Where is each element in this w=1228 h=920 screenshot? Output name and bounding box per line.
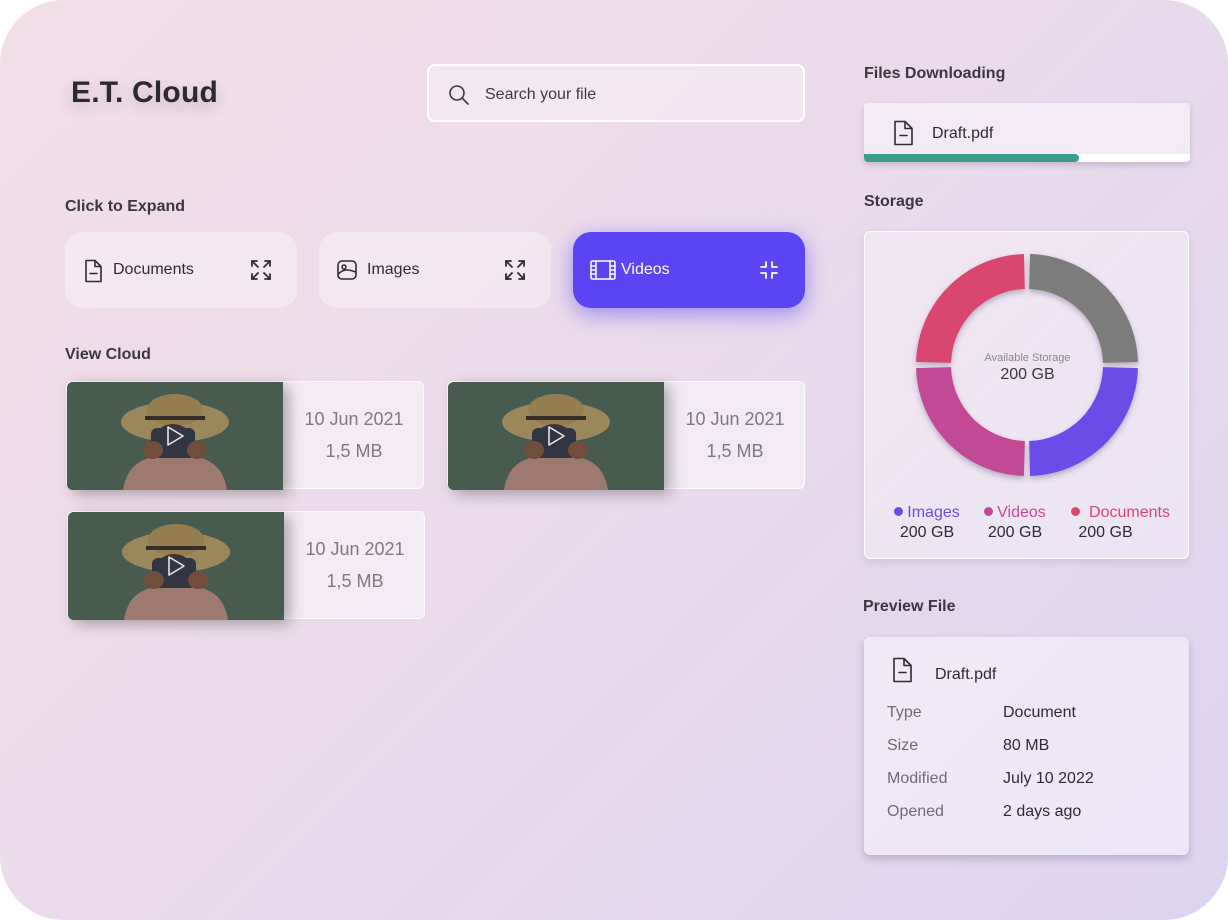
section-label-expand: Click to Expand: [65, 198, 186, 215]
video-card[interactable]: 10 Jun 2021 1,5 MB: [67, 511, 426, 620]
video-thumbnail[interactable]: [448, 382, 664, 490]
donut-segment-documents: [916, 254, 1025, 363]
preview-key: Opened: [887, 803, 944, 820]
app-window: E.T. Cloud Click to Expand Documents: [0, 0, 1228, 920]
category-label: Videos: [621, 261, 670, 278]
video-card[interactable]: 10 Jun 2021 1,5 MB: [447, 381, 806, 490]
legend-name: Documents: [1089, 504, 1170, 521]
search-icon: [449, 85, 469, 105]
app-title: E.T. Cloud: [71, 76, 218, 109]
preview-value: Document: [1003, 704, 1076, 721]
video-card[interactable]: 10 Jun 2021 1,5 MB: [66, 381, 425, 490]
category-documents[interactable]: Documents: [65, 232, 297, 308]
donut-segment-available: [1029, 254, 1138, 363]
play-icon[interactable]: [165, 555, 187, 577]
document-icon: [893, 657, 912, 683]
legend-item-documents: Documents 200 GB: [1063, 504, 1178, 542]
section-label-storage: Storage: [864, 193, 924, 210]
legend-amount: 200 GB: [899, 524, 955, 541]
collapse-icon[interactable]: [758, 259, 780, 281]
download-progress-fill: [864, 154, 1080, 162]
legend-dot: [894, 507, 904, 516]
video-date: 10 Jun 2021: [304, 409, 404, 429]
preview-file-name: Draft.pdf: [935, 666, 997, 683]
expand-icon[interactable]: [250, 259, 272, 281]
available-storage-value: 200 GB: [1000, 366, 1055, 383]
video-date: 10 Jun 2021: [305, 539, 405, 559]
category-label: Documents: [113, 261, 194, 278]
section-label-view-cloud: View Cloud: [65, 346, 151, 363]
available-storage-label: Available Storage: [984, 352, 1071, 364]
download-progress-bar: [864, 154, 1190, 162]
legend-name: Videos: [997, 504, 1046, 521]
preview-key: Size: [887, 737, 919, 754]
preview-value: July 10 2022: [1003, 770, 1094, 787]
video-meta: 10 Jun 2021 1,5 MB: [284, 512, 426, 620]
play-icon[interactable]: [545, 425, 567, 447]
video-size: 1,5 MB: [326, 571, 384, 591]
document-icon: [85, 259, 102, 283]
section-label-preview-file: Preview File: [863, 598, 956, 615]
video-size: 1,5 MB: [706, 441, 764, 461]
legend-dot: [1071, 507, 1081, 516]
category-label: Images: [367, 261, 420, 278]
preview-card: Draft.pdf Type Document Size 80 MB Modif…: [864, 637, 1189, 855]
download-file-name: Draft.pdf: [932, 125, 994, 142]
download-item[interactable]: Draft.pdf: [864, 103, 1190, 162]
category-images[interactable]: Images: [319, 232, 551, 308]
video-meta: 10 Jun 2021 1,5 MB: [283, 382, 425, 490]
video-meta: 10 Jun 2021 1,5 MB: [664, 382, 806, 490]
play-icon[interactable]: [164, 425, 186, 447]
legend-amount: 200 GB: [1078, 524, 1133, 541]
section-label-files-downloading: Files Downloading: [864, 65, 1006, 82]
legend-dot: [984, 507, 994, 516]
preview-value: 2 days ago: [1003, 803, 1082, 820]
document-icon: [894, 120, 913, 146]
video-thumbnail[interactable]: [67, 382, 283, 490]
legend-name: Images: [907, 504, 960, 521]
film-icon: [590, 260, 616, 280]
image-icon: [337, 260, 357, 280]
search-bar[interactable]: [427, 64, 805, 122]
expand-icon[interactable]: [504, 259, 526, 281]
preview-key: Modified: [887, 770, 948, 787]
video-date: 10 Jun 2021: [685, 409, 785, 429]
legend-item-images: Images 200 GB: [882, 504, 972, 542]
storage-card: Available Storage 200 GB Images 200 GB V…: [864, 231, 1189, 559]
video-thumbnail[interactable]: [68, 512, 284, 620]
preview-key: Type: [887, 704, 922, 721]
preview-value: 80 MB: [1003, 737, 1050, 754]
video-size: 1,5 MB: [325, 441, 383, 461]
category-videos[interactable]: Videos: [573, 232, 805, 308]
search-input[interactable]: [483, 80, 787, 110]
